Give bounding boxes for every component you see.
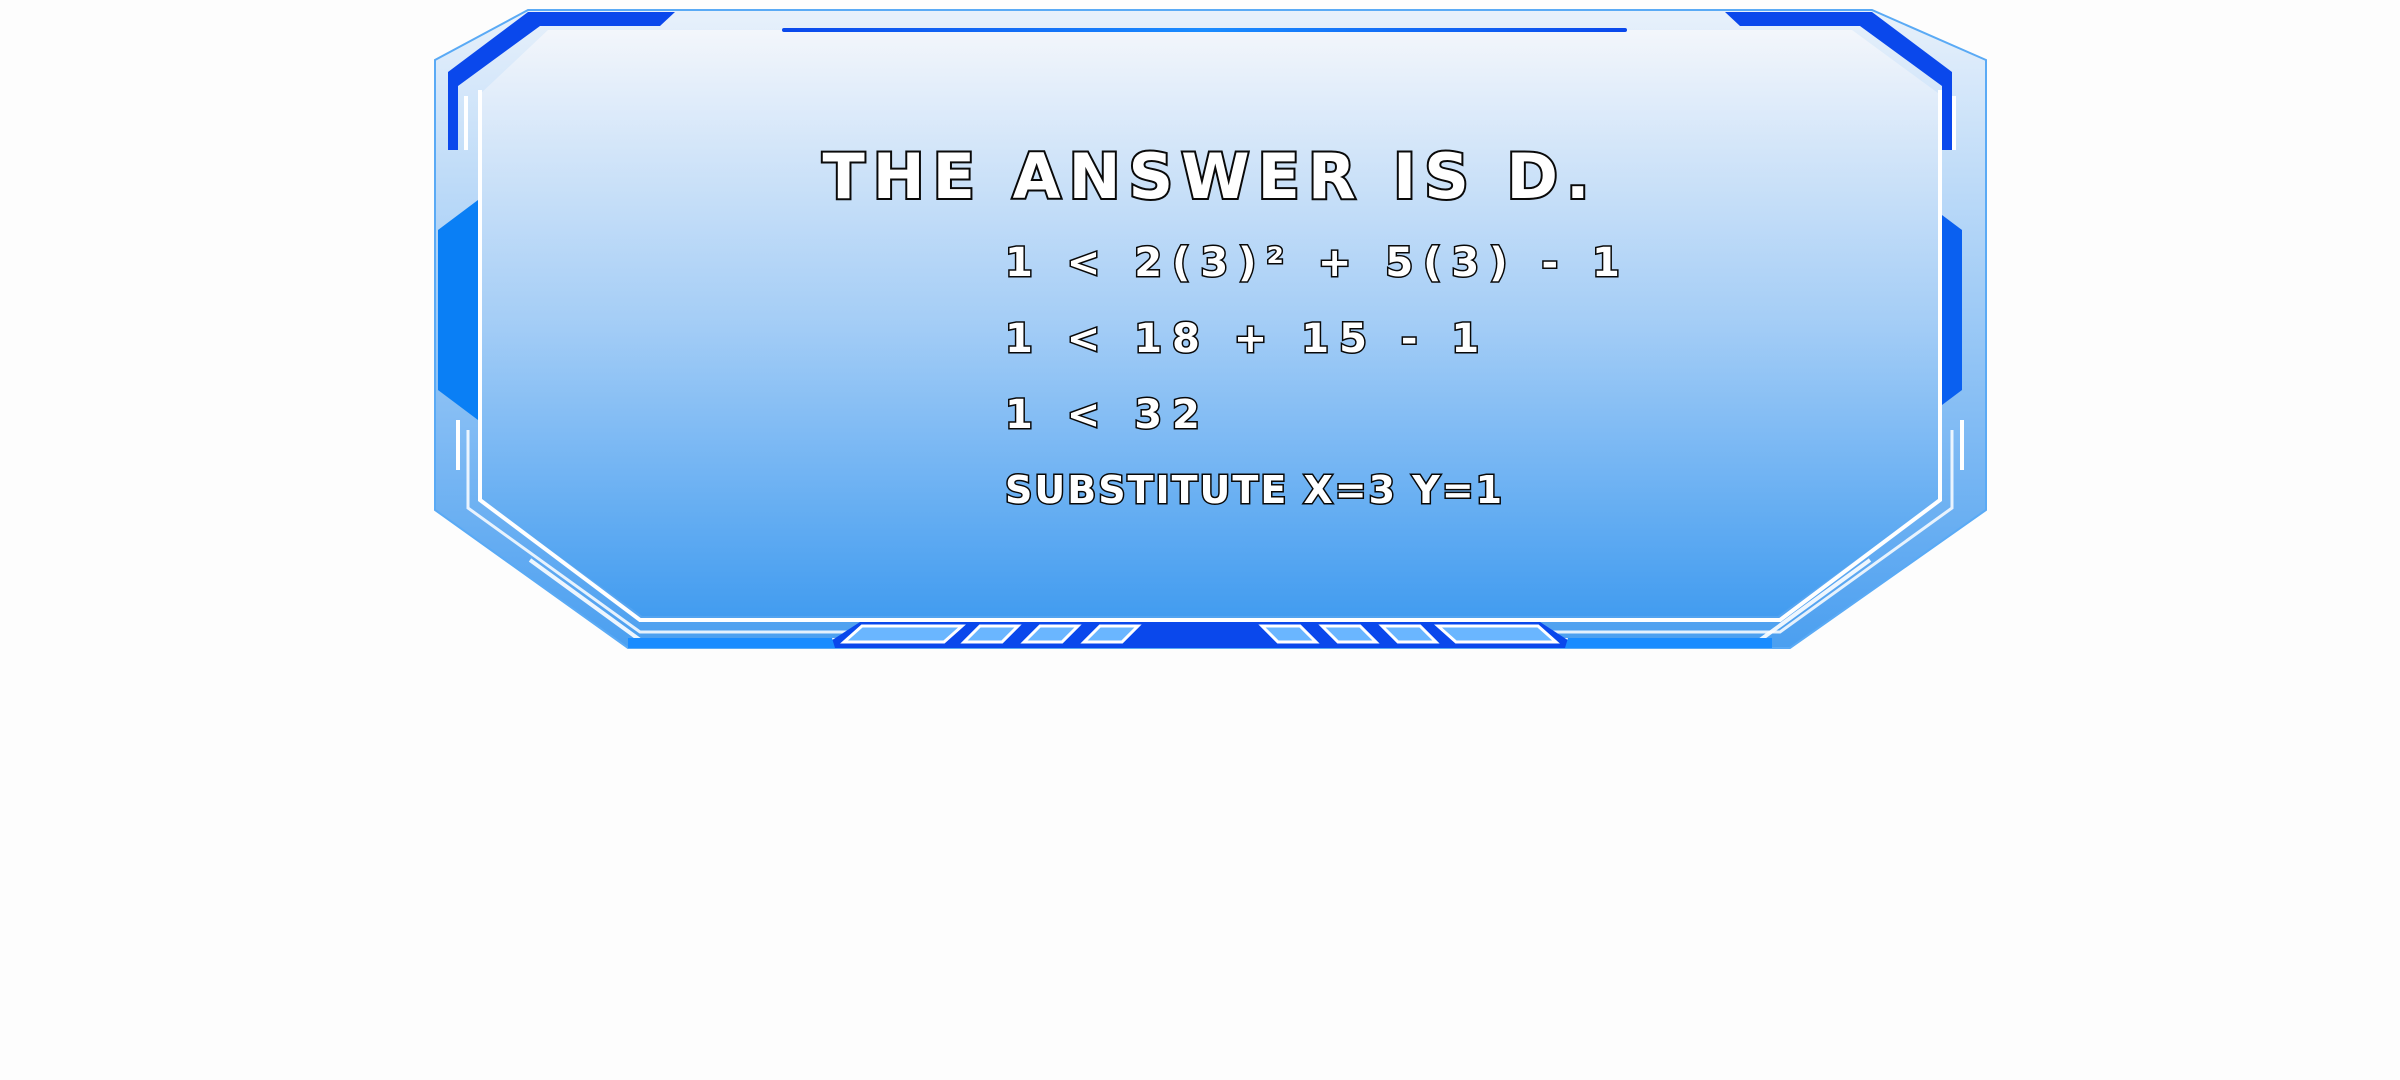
top-accent-line <box>782 28 1627 32</box>
bottom-left-rail <box>628 638 835 648</box>
solution-step-4: SUBSTITUTE X=3 Y=1 <box>1003 467 1505 514</box>
left-side-tab <box>438 200 478 420</box>
solution-step-3: 1 < 32 <box>1004 391 1210 440</box>
game-dialog-screen: THE ANSWER IS D. 1 < 2(3)² + 5(3) - 1 1 … <box>0 0 2400 1080</box>
bottom-right-rail <box>1565 638 1772 648</box>
solution-step-1: 1 < 2(3)² + 5(3) - 1 <box>1004 239 1630 288</box>
answer-title: THE ANSWER IS D. <box>820 138 1598 215</box>
solution-step-2: 1 < 18 + 15 - 1 <box>1003 315 1490 364</box>
